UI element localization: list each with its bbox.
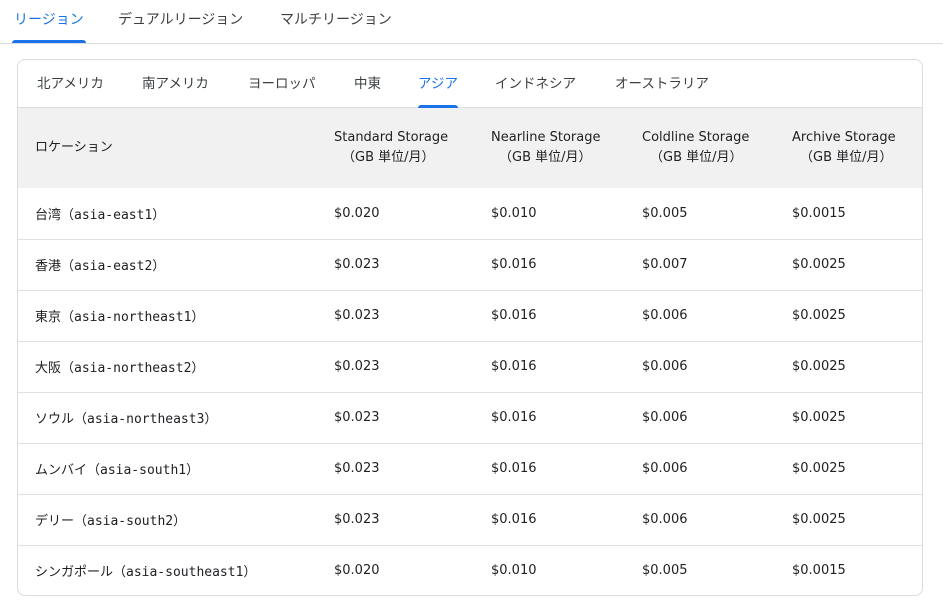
cell-coldline-price: $0.006 [642, 410, 688, 425]
cell-standard-price: $0.020 [334, 205, 380, 221]
cell-location: シンガポール（asia-southeast1） [35, 565, 257, 581]
table-row: ムンバイ（asia-south1） $0.023 $0.016 $0.006 $… [18, 443, 922, 494]
tab-south-america[interactable]: 南アメリカ [142, 60, 209, 108]
header-coldline: Coldline Storage （GB 単位/月） [642, 108, 792, 188]
cell-archive-price: $0.0025 [792, 410, 846, 425]
header-nearline-unit: （GB 単位/月） [499, 150, 592, 165]
tab-multi-region[interactable]: マルチリージョン [280, 0, 392, 44]
cell-coldline-price: $0.005 [642, 563, 688, 579]
cell-archive-price: $0.0025 [792, 308, 846, 323]
tab-australia-label: オーストラリア [615, 76, 709, 92]
cell-standard-price: $0.020 [334, 563, 380, 579]
header-standard-unit: （GB 単位/月） [342, 150, 435, 165]
cell-location: デリー（asia-south2） [35, 514, 187, 529]
header-archive: Archive Storage （GB 単位/月） [792, 108, 922, 188]
table-body: 台湾（asia-east1） $0.020 $0.010 $0.005 $0.0… [18, 188, 922, 595]
table-row: 大阪（asia-northeast2） $0.023 $0.016 $0.006… [18, 341, 922, 392]
cell-standard-price: $0.023 [334, 410, 380, 425]
cell-coldline-price: $0.006 [642, 512, 688, 527]
header-archive-unit: （GB 単位/月） [800, 150, 893, 165]
cell-standard-price: $0.023 [334, 461, 380, 476]
cell-coldline-price: $0.007 [642, 257, 688, 272]
tab-region-label: リージョン [14, 12, 84, 28]
tab-multi-region-label: マルチリージョン [280, 12, 392, 28]
header-location-title: ロケーション [35, 140, 113, 155]
cell-archive-price: $0.0025 [792, 359, 846, 374]
header-archive-title: Archive Storage [792, 130, 896, 145]
cell-nearline-price: $0.016 [491, 308, 537, 323]
tab-asia-label: アジア [418, 76, 458, 92]
cell-nearline-price: $0.016 [491, 410, 537, 425]
cell-coldline-price: $0.006 [642, 308, 688, 323]
cell-nearline-price: $0.010 [491, 205, 537, 221]
header-nearline: Nearline Storage （GB 単位/月） [491, 108, 642, 188]
tab-north-america[interactable]: 北アメリカ [37, 60, 104, 108]
cell-location: ソウル（asia-northeast3） [35, 412, 218, 427]
tab-australia[interactable]: オーストラリア [615, 60, 709, 108]
table-row: 東京（asia-northeast1） $0.023 $0.016 $0.006… [18, 290, 922, 341]
cell-archive-price: $0.0025 [792, 512, 846, 527]
pricing-table: ロケーション Standard Storage （GB 単位/月） Nearli… [18, 108, 922, 595]
cell-archive-price: $0.0025 [792, 461, 846, 476]
cell-nearline-price: $0.016 [491, 512, 537, 527]
cell-coldline-price: $0.006 [642, 461, 688, 476]
tab-europe-label: ヨーロッパ [248, 76, 316, 92]
cell-nearline-price: $0.010 [491, 563, 537, 579]
header-standard: Standard Storage （GB 単位/月） [334, 108, 491, 188]
tab-dual-region[interactable]: デュアルリージョン [118, 0, 243, 44]
tab-indonesia-label: インドネシア [495, 76, 576, 92]
tab-middle-east[interactable]: 中東 [354, 60, 381, 108]
cell-nearline-price: $0.016 [491, 461, 537, 476]
cell-archive-price: $0.0015 [792, 563, 846, 579]
cell-archive-price: $0.0025 [792, 257, 846, 272]
cell-standard-price: $0.023 [334, 257, 380, 272]
cell-location: 台湾（asia-east1） [35, 207, 166, 223]
cell-nearline-price: $0.016 [491, 359, 537, 374]
cell-location: ムンバイ（asia-south1） [35, 463, 200, 478]
tab-middle-east-label: 中東 [354, 76, 381, 92]
cell-location: 香港（asia-east2） [35, 259, 166, 274]
header-standard-title: Standard Storage [334, 130, 449, 145]
continent-tabs: 北アメリカ 南アメリカ ヨーロッパ 中東 アジア インドネシア オーストラリア [18, 60, 922, 108]
header-coldline-title: Coldline Storage [642, 130, 750, 145]
tab-north-america-label: 北アメリカ [37, 76, 104, 92]
table-row: シンガポール（asia-southeast1） $0.020 $0.010 $0… [18, 545, 922, 595]
cell-standard-price: $0.023 [334, 512, 380, 527]
tab-indonesia[interactable]: インドネシア [495, 60, 576, 108]
table-header-row: ロケーション Standard Storage （GB 単位/月） Nearli… [18, 108, 922, 188]
table-row: 台湾（asia-east1） $0.020 $0.010 $0.005 $0.0… [18, 188, 922, 239]
header-location: ロケーション [18, 108, 334, 188]
cell-coldline-price: $0.006 [642, 359, 688, 374]
cell-location: 大阪（asia-northeast2） [35, 361, 205, 376]
cell-location: 東京（asia-northeast1） [35, 310, 205, 325]
cell-archive-price: $0.0015 [792, 205, 846, 221]
table-row: デリー（asia-south2） $0.023 $0.016 $0.006 $0… [18, 494, 922, 545]
table-row: ソウル（asia-northeast3） $0.023 $0.016 $0.00… [18, 392, 922, 443]
table-row: 香港（asia-east2） $0.023 $0.016 $0.007 $0.0… [18, 239, 922, 290]
cell-nearline-price: $0.016 [491, 257, 537, 272]
tab-asia[interactable]: アジア [418, 60, 458, 108]
header-nearline-title: Nearline Storage [491, 130, 601, 145]
active-tab-indicator [12, 40, 86, 43]
tab-south-america-label: 南アメリカ [142, 76, 209, 92]
header-coldline-unit: （GB 単位/月） [650, 150, 743, 165]
tab-region[interactable]: リージョン [12, 0, 86, 44]
cell-coldline-price: $0.005 [642, 205, 688, 221]
cell-standard-price: $0.023 [334, 308, 380, 323]
tab-europe[interactable]: ヨーロッパ [248, 60, 316, 108]
tab-dual-region-label: デュアルリージョン [118, 12, 244, 28]
pricing-card: 北アメリカ 南アメリカ ヨーロッパ 中東 アジア インドネシア オーストラリア [17, 59, 923, 596]
region-type-tabs: リージョン デュアルリージョン マルチリージョン [0, 0, 943, 44]
cell-standard-price: $0.023 [334, 359, 380, 374]
